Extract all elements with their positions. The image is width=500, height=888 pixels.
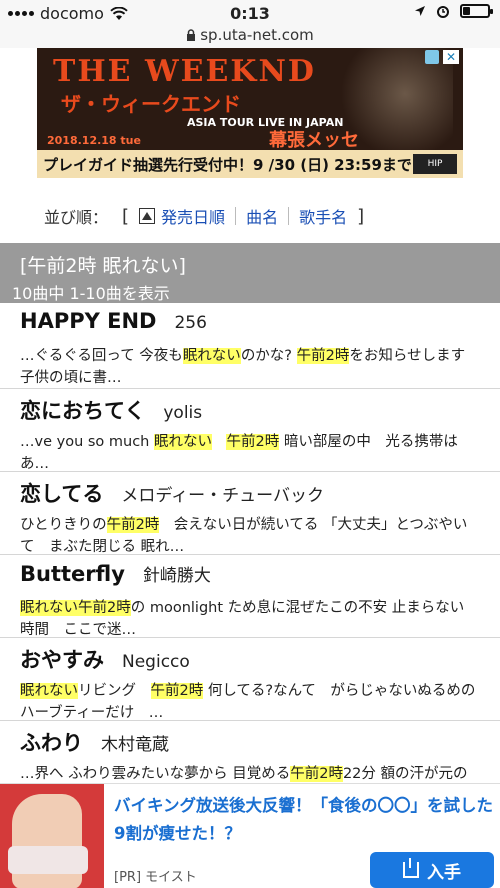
highlighted-match: 午前2時 [106, 517, 160, 533]
banner-band-name: THE WEEKND [53, 54, 316, 89]
sort-label: 並び順： [44, 208, 109, 227]
location-arrow-icon [415, 6, 425, 16]
song-title-line: HAPPY END 256 [20, 309, 207, 333]
snippet-text: …ぐるぐる回って 今夜も [20, 348, 183, 364]
search-query: [午前2時 眠れない] [20, 255, 186, 277]
song-title-line: Butterfly 針崎勝大 [20, 561, 211, 586]
highlighted-match: 午前2時 [150, 683, 204, 699]
download-icon [403, 858, 419, 878]
snippet-text: …界へ ふわり雲みたいな夢から 目覚める [20, 766, 291, 782]
lock-icon [187, 29, 196, 41]
ad-headline[interactable]: バイキング放送後大反響！「食後の〇〇」を試した9割が痩せた！？ [114, 792, 494, 848]
banner-venue: 幕張メッセ [269, 130, 359, 151]
banner-date: 2018.12.18 tue [47, 134, 141, 147]
result-count: 10曲中 1-10曲を表示 [12, 284, 170, 303]
sort-by-title[interactable]: 曲名 [246, 204, 278, 228]
song-artist[interactable]: yolis [163, 403, 202, 423]
song-artist[interactable]: 針崎勝大 [143, 566, 211, 586]
lyric-snippet: 眠れないリビング 午前2時 何してる?なんて がらじゃないぬるめのハーブティーだ… [20, 680, 478, 724]
song-row[interactable]: HAPPY END 256 …ぐるぐる回って 今夜も眠れないのかな? 午前2時をお知… [0, 303, 500, 389]
lyric-snippet: ひとりきりの午前2時 会えない日が続いてる 「大丈夫」とつぶやいて まぶた閉じる… [20, 514, 478, 558]
sort-options: 並び順： [ 発売日順 曲名 歌手名 ] [44, 204, 364, 228]
ad-thumbnail [0, 784, 104, 888]
sort-by-release-date[interactable]: 発売日順 [161, 204, 225, 228]
highlighted-match: 午前2時 [296, 348, 350, 364]
lyric-snippet: …ぐるぐる回って 今夜も眠れないのかな? 午前2時をお知らせします 子供の頃に書… [20, 345, 478, 389]
adchoices-icon[interactable] [425, 50, 439, 64]
bottom-ad[interactable]: バイキング放送後大反響！「食後の〇〇」を試した9割が痩せた！？ [PR] モイス… [0, 783, 500, 888]
banner-band-name-jp: ザ・ウィークエンド [61, 92, 241, 116]
song-artist[interactable]: Negicco [122, 652, 190, 672]
status-right [414, 4, 493, 18]
sort-divider [235, 207, 237, 225]
snippet-text: リビング [78, 683, 151, 699]
url-text: sp.uta-net.com [200, 26, 314, 44]
highlighted-match: 午前2時 [290, 766, 343, 782]
install-button[interactable]: 入手 [370, 852, 494, 888]
ad-sponsor: [PR] モイスト [114, 870, 197, 885]
song-row[interactable]: 恋してる メロディー・チューバックひとりきりの午前2時 会えない日が続いてる 「大… [0, 472, 500, 555]
highlighted-match: 午前2時 [78, 600, 131, 616]
song-title-line: 恋におちてく yolis [20, 395, 202, 425]
highlighted-match: 眠れない [182, 348, 241, 364]
song-title-line: 恋してる メロディー・チューバック [20, 478, 324, 508]
ad-close-icon[interactable]: ✕ [443, 50, 459, 64]
song-title[interactable]: ふわり [20, 731, 83, 755]
highlighted-match: 眠れない [20, 600, 78, 616]
lyric-snippet: …ve you so much 眠れない 午前2時 暗い部屋の中 光る携帯は あ… [20, 431, 478, 475]
status-bar: docomo 0:13 [0, 0, 500, 28]
song-title-line: ふわり 木村竜蔵 [20, 727, 169, 757]
snippet-text: …ve you so much [20, 434, 154, 450]
sort-close-bracket: ] [357, 205, 365, 227]
highlighted-match: 午前2時 [226, 434, 280, 450]
song-title[interactable]: 恋してる [20, 482, 103, 506]
song-artist[interactable]: 木村竜蔵 [101, 735, 169, 755]
banner-cta: プレイガイド抽選先行受付中！9 /30 (日) 23:59まで [43, 156, 412, 174]
song-artist[interactable]: 256 [174, 313, 206, 333]
sort-open-bracket: [ [122, 205, 130, 227]
install-label: 入手 [427, 862, 461, 883]
song-title[interactable]: おやすみ [20, 648, 104, 672]
sort-by-artist[interactable]: 歌手名 [299, 204, 347, 228]
song-artist[interactable]: メロディー・チューバック [121, 486, 324, 506]
song-title-line: おやすみ Negicco [20, 644, 190, 674]
battery-icon [460, 4, 493, 18]
alarm-clock-icon [437, 6, 449, 18]
song-row[interactable]: 恋におちてく yolis …ve you so much 眠れない 午前2時 暗い部… [0, 389, 500, 472]
highlighted-match: 眠れない [20, 683, 78, 699]
song-title[interactable]: Butterfly [20, 562, 125, 586]
song-row[interactable]: Butterfly 針崎勝大眠れない午前2時の moonlight ため息に混ぜた… [0, 555, 500, 638]
banner-logo: HIP [413, 154, 457, 174]
url-bar[interactable]: sp.uta-net.com [0, 26, 500, 48]
snippet-text: のかな? [240, 348, 297, 364]
concert-banner-ad[interactable]: THE WEEKND ザ・ウィークエンド ASIA TOUR LIVE IN J… [37, 48, 463, 178]
song-row[interactable]: おやすみ Negicco 眠れないリビング 午前2時 何してる?なんて がらじゃない… [0, 638, 500, 721]
lyric-snippet: 眠れない午前2時の moonlight ため息に混ぜたこの不安 止まらない時間 … [20, 597, 478, 641]
song-title[interactable]: HAPPY END [20, 309, 156, 333]
song-title[interactable]: 恋におちてく [20, 399, 145, 423]
sort-divider [288, 207, 290, 225]
snippet-text [212, 434, 227, 450]
snippet-text: ひとりきりの [20, 517, 107, 533]
results-header: [午前2時 眠れない] 10曲中 1-10曲を表示 [0, 243, 500, 303]
highlighted-match: 眠れない [153, 434, 212, 450]
sort-ascending-icon [139, 208, 156, 224]
